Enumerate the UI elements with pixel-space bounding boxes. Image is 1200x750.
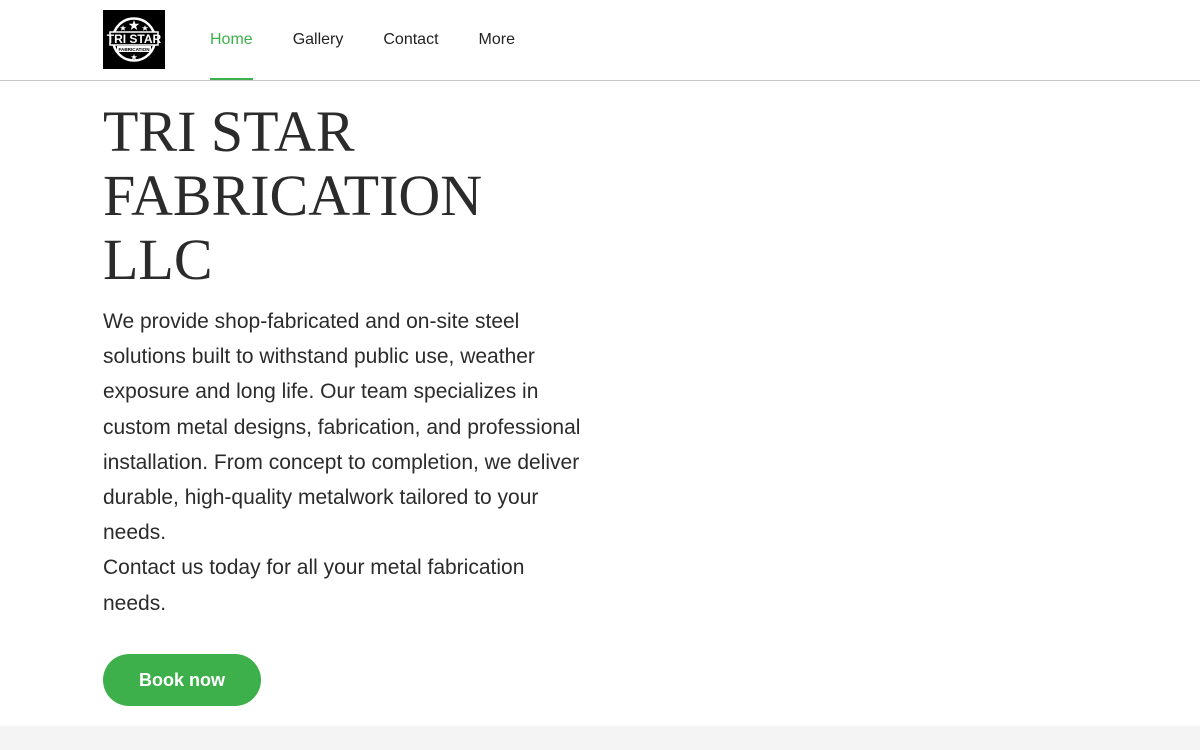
hero-description: We provide shop-fabricated and on-site s… [103,310,581,615]
nav-item-contact[interactable]: Contact [383,0,438,80]
logo-sub-text: FABRICATION [118,47,150,52]
site-header: TRI STAR FABRICATION Home Gallery Contac… [0,0,1200,81]
hero-title-line: LLC [103,227,213,292]
footer-band [0,726,1200,750]
hero-title-line: TRI STAR [103,99,355,164]
site-logo[interactable]: TRI STAR FABRICATION [103,10,165,69]
logo-main-text: TRI STAR [107,32,162,46]
nav-item-gallery[interactable]: Gallery [293,0,344,80]
hero-title: TRI STAR FABRICATION LLC [103,100,583,292]
nav-item-home[interactable]: Home [210,0,253,80]
hero-title-line: FABRICATION [103,163,483,228]
book-now-button[interactable]: Book now [103,654,261,706]
nav-item-more[interactable]: More [479,0,515,80]
main-nav: Home Gallery Contact More [210,0,555,80]
tri-star-logo-icon: TRI STAR FABRICATION [103,10,165,69]
